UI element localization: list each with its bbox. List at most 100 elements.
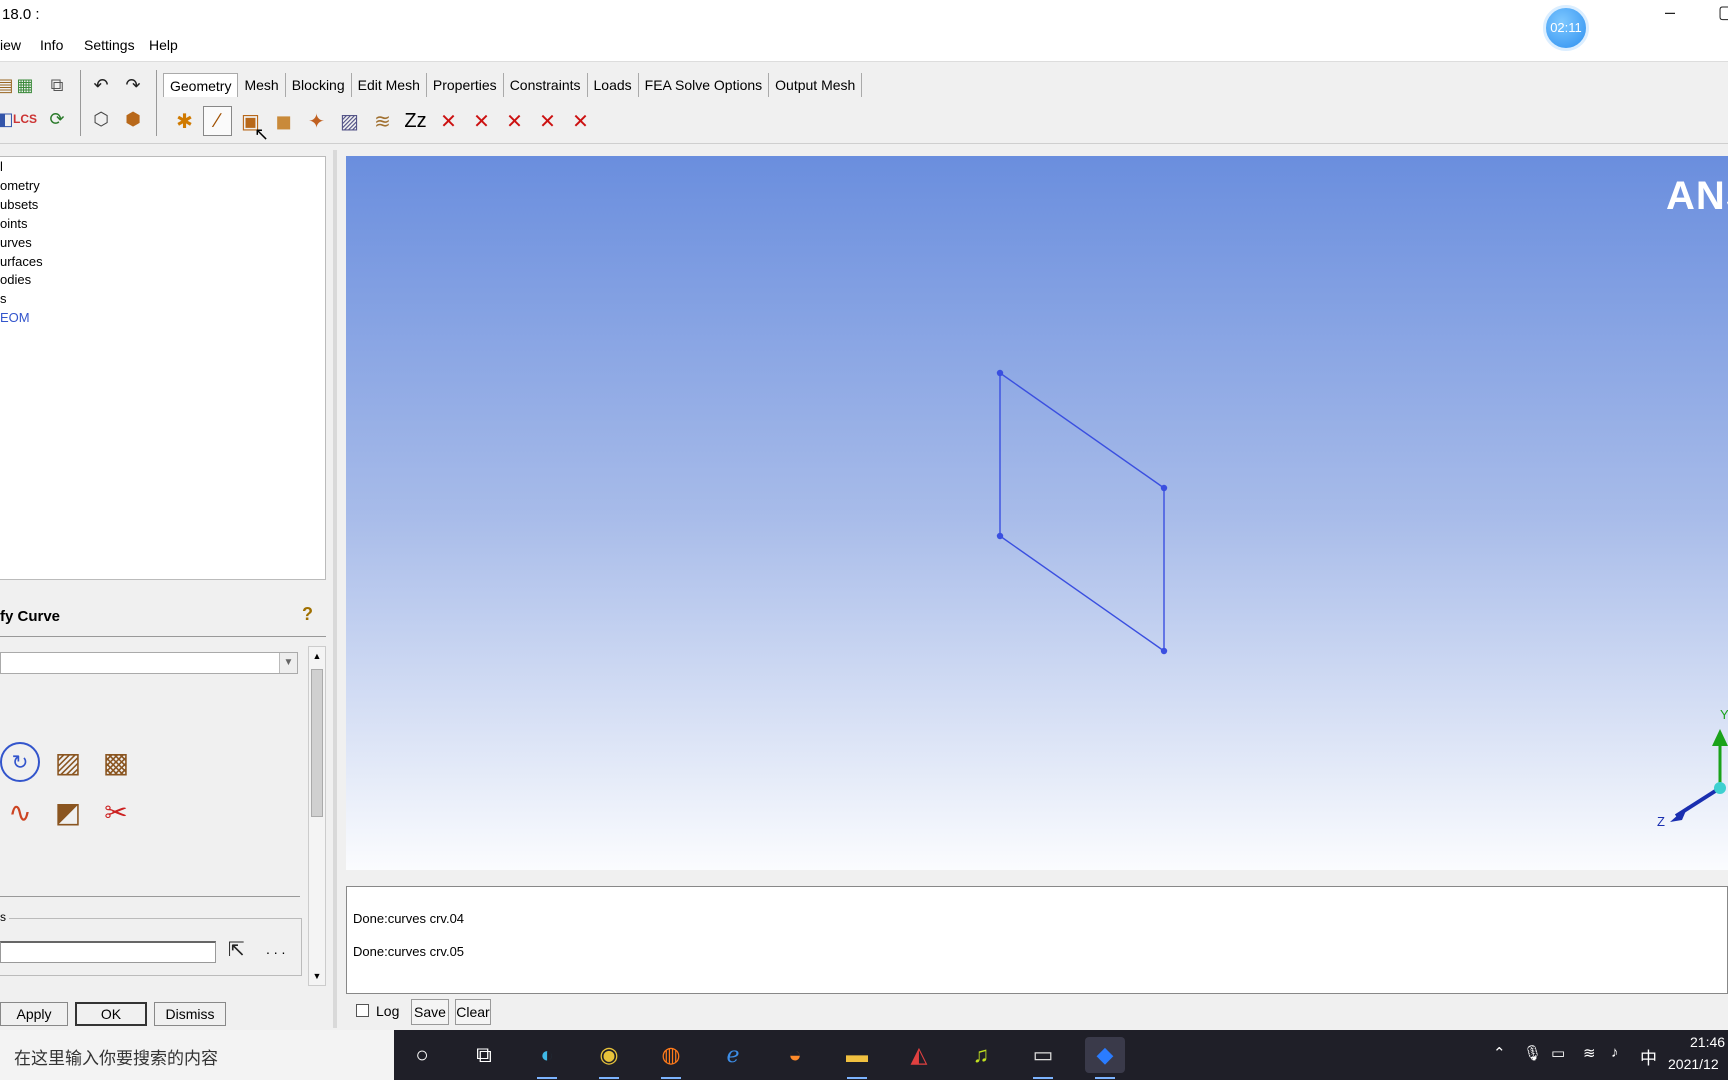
vertical-splitter[interactable] [333,150,337,1028]
create-body-icon[interactable]: ◼ [269,106,298,136]
method-combo[interactable]: ▼ [0,652,298,674]
tab-fea-solve-options[interactable]: FEA Solve Options [639,73,770,97]
wireframe-view-icon[interactable]: ⬡ [88,106,114,132]
restore-dormant-icon[interactable]: Zz [401,106,430,136]
tree-item-surfaces[interactable]: urfaces [0,254,43,269]
task-view-icon[interactable]: ⧉ [464,1037,504,1073]
firefox-browser-icon[interactable]: ◍ [651,1037,691,1079]
extend-curve-icon[interactable]: ▩ [96,742,136,782]
tree-item-points[interactable]: oints [0,216,27,231]
panel-divider [0,896,300,897]
message-window: Done:curves crv.04 Done:curves crv.05 [346,886,1728,994]
menu-view[interactable]: iew [0,37,21,53]
chrome-browser-icon[interactable]: ◉ [589,1037,629,1079]
battery-icon[interactable]: ▭ [1551,1044,1565,1062]
create-curve-icon[interactable]: ∕ [203,106,232,136]
redo-icon[interactable]: ↷ [120,72,146,98]
y-axis-label: Y [1720,707,1728,722]
create-point-icon[interactable]: ✱ [170,106,199,136]
repair-geometry-icon[interactable]: ▨ [335,106,364,136]
tab-geometry[interactable]: Geometry [163,73,239,97]
geometry-points [996,369,1168,655]
open-geometry-icon[interactable]: ▦ [12,72,38,98]
z-axis-arrow [1670,806,1688,822]
menu-help[interactable]: Help [149,37,178,53]
help-icon[interactable]: ? [302,604,320,626]
save-log-button[interactable]: Save [411,999,449,1025]
parallelogram-curves [999,372,1165,652]
tree-item-bodies[interactable]: odies [0,272,31,287]
delete-curve-icon[interactable]: ✕ [467,106,496,136]
delete-point-icon[interactable]: ✕ [434,106,463,136]
mouse-cursor-icon: ↖ [254,124,270,144]
recording-timer[interactable]: 02:11 [1543,5,1589,51]
terminal-icon[interactable]: ▭ [1023,1037,1063,1079]
music-app-icon[interactable]: ♫ [961,1037,1001,1073]
scroll-down-icon[interactable]: ▼ [309,967,325,985]
cortana-icon[interactable]: ○ [402,1037,442,1073]
scroll-thumb[interactable] [311,669,323,817]
more-options-button[interactable]: . . . [266,941,285,957]
curve-selection-input[interactable] [0,941,216,963]
reverse-direction-icon[interactable]: ↻ [0,742,40,782]
minimize-button[interactable]: – [1665,2,1675,23]
tab-output-mesh[interactable]: Output Mesh [769,73,863,97]
tree-item-subsets[interactable]: ubsets [0,197,38,212]
media-app-icon[interactable]: ◒ [775,1037,815,1073]
split-curve-icon[interactable]: ✂ [96,792,136,832]
edge-browser-icon[interactable]: ◐ [527,1037,567,1079]
dismiss-button[interactable]: Dismiss [154,1002,226,1026]
lcs-icon[interactable]: LCS [12,106,38,132]
tree-item-curves[interactable]: urves [0,235,32,250]
panel-title: fy Curve [0,608,61,625]
delete-body-icon[interactable]: ✕ [533,106,562,136]
tab-mesh[interactable]: Mesh [238,73,286,97]
chevron-up-icon[interactable]: ⌃ [1493,1044,1506,1062]
axis-triad: Y Z [1657,707,1728,829]
menu-info[interactable]: Info [40,37,63,53]
create-faceted-icon[interactable]: ✦ [302,106,331,136]
tab-edit-mesh[interactable]: Edit Mesh [352,73,427,97]
graphics-viewport[interactable]: ANS Y Z [346,156,1728,870]
wps-app-icon[interactable]: ◭ [899,1037,939,1073]
tree-item-parts[interactable]: s [0,291,7,306]
refresh-view-icon[interactable]: ⟳ [44,106,70,132]
volume-icon[interactable]: ♪ [1611,1044,1619,1061]
taskbar-search[interactable]: 在这里输入你要搜索的内容 [0,1030,394,1080]
file-explorer-icon[interactable]: ▬ [837,1037,877,1079]
panel-scrollbar[interactable]: ▲ ▼ [308,646,326,986]
undo-icon[interactable]: ↶ [88,72,114,98]
maximize-button[interactable]: ▢ [1718,2,1728,23]
modify-curve-icon[interactable]: ∿ [0,792,40,832]
apply-button[interactable]: Apply [0,1002,68,1026]
point-pnt-02 [1160,484,1168,492]
select-pointer-icon[interactable]: ⇱ [228,937,245,962]
ime-indicator[interactable]: 中 [1640,1044,1657,1069]
wifi-icon[interactable]: ≋ [1583,1044,1596,1062]
ok-button[interactable]: OK [75,1002,147,1026]
delete-surface-icon[interactable]: ✕ [500,106,529,136]
tab-loads[interactable]: Loads [588,73,639,97]
scroll-up-icon[interactable]: ▲ [309,647,325,665]
clear-log-button[interactable]: Clear [455,999,491,1025]
microphone-icon[interactable]: 🎙 [1523,1044,1542,1062]
ie-browser-icon[interactable]: ℯ [713,1037,753,1073]
clock-time[interactable]: 21:46 [1690,1034,1725,1050]
delete-any-icon[interactable]: ✕ [566,106,595,136]
tree-item-geometry[interactable]: ometry [0,178,40,193]
chevron-down-icon[interactable]: ▼ [279,653,297,673]
icem-app-icon[interactable]: ◆ [1085,1037,1125,1079]
tab-properties[interactable]: Properties [427,73,504,97]
log-checkbox[interactable] [356,1004,369,1017]
solid-view-icon[interactable]: ⬢ [120,106,146,132]
curve-from-surface-icon[interactable]: ▨ [48,742,88,782]
tree-item-geom-part[interactable]: EOM [0,310,30,325]
tab-constraints[interactable]: Constraints [504,73,588,97]
clock-date[interactable]: 2021/12 [1668,1056,1719,1072]
save-geometry-icon[interactable]: ⧉ [44,72,70,98]
tree-item-model[interactable]: l [0,159,3,174]
transform-geometry-icon[interactable]: ≋ [368,106,397,136]
project-curve-icon[interactable]: ◩ [48,792,88,832]
menu-settings[interactable]: Settings [84,37,135,53]
tab-blocking[interactable]: Blocking [286,73,352,97]
